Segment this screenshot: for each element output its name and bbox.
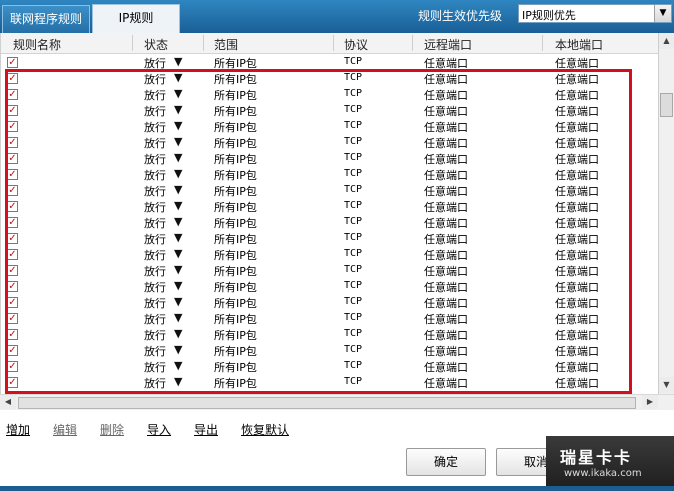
status-dropdown-icon[interactable]: ▼ bbox=[174, 55, 182, 68]
column-divider[interactable] bbox=[542, 35, 543, 51]
watermark-logo: 瑞星卡卡 www.ikaka.com bbox=[546, 436, 674, 488]
edit-link[interactable]: 编辑 bbox=[53, 421, 77, 438]
dropdown-arrow-icon[interactable]: ▼ bbox=[654, 5, 671, 22]
header-rule-name[interactable]: 规则名称 bbox=[13, 36, 61, 53]
horizontal-scrollbar[interactable]: ◀ ▶ bbox=[0, 394, 674, 410]
column-divider[interactable] bbox=[132, 35, 133, 51]
footer-bar bbox=[0, 486, 674, 491]
export-link[interactable]: 导出 bbox=[194, 421, 218, 438]
delete-link[interactable]: 删除 bbox=[100, 421, 124, 438]
protocol-cell: TCP bbox=[344, 56, 363, 67]
scroll-up-icon[interactable]: ▲ bbox=[659, 33, 674, 49]
horizontal-scroll-thumb[interactable] bbox=[18, 397, 636, 409]
priority-select[interactable]: IP规则优先 ▼ bbox=[518, 4, 672, 23]
header-local-port[interactable]: 本地端口 bbox=[555, 36, 603, 53]
priority-value: IP规则优先 bbox=[522, 9, 576, 22]
highlight-box bbox=[5, 69, 632, 394]
header-scope[interactable]: 范围 bbox=[214, 36, 238, 53]
tab-ip-rules[interactable]: IP规则 bbox=[92, 4, 180, 33]
top-bar: 联网程序规则 IP规则 规则生效优先级 IP规则优先 ▼ bbox=[0, 0, 674, 33]
header-protocol[interactable]: 协议 bbox=[344, 36, 368, 53]
column-divider[interactable] bbox=[203, 35, 204, 51]
tab-program-rules[interactable]: 联网程序规则 bbox=[2, 5, 90, 33]
column-divider[interactable] bbox=[412, 35, 413, 51]
scroll-right-icon[interactable]: ▶ bbox=[642, 395, 658, 409]
vertical-scrollbar[interactable]: ▲ ▼ bbox=[658, 33, 674, 394]
ok-button[interactable]: 确定 bbox=[406, 448, 486, 476]
add-link[interactable]: 增加 bbox=[6, 421, 30, 438]
table-row[interactable]: ✓放行▼所有IP包TCP任意端口任意端口 bbox=[1, 54, 659, 70]
watermark-title: 瑞星卡卡 bbox=[560, 448, 633, 467]
scroll-down-icon[interactable]: ▼ bbox=[659, 377, 674, 393]
header-remote-port[interactable]: 远程端口 bbox=[424, 36, 472, 53]
column-divider[interactable] bbox=[333, 35, 334, 51]
vertical-scroll-thumb[interactable] bbox=[660, 93, 673, 117]
import-link[interactable]: 导入 bbox=[147, 421, 171, 438]
rule-checkbox[interactable]: ✓ bbox=[7, 57, 18, 68]
watermark-url: www.ikaka.com bbox=[564, 468, 642, 479]
header-status[interactable]: 状态 bbox=[144, 36, 168, 53]
priority-label: 规则生效优先级 bbox=[418, 9, 503, 23]
table-header: 规则名称 状态 范围 协议 远程端口 本地端口 bbox=[1, 33, 659, 54]
scroll-left-icon[interactable]: ◀ bbox=[0, 395, 16, 409]
restore-default-link[interactable]: 恢复默认 bbox=[241, 421, 289, 438]
